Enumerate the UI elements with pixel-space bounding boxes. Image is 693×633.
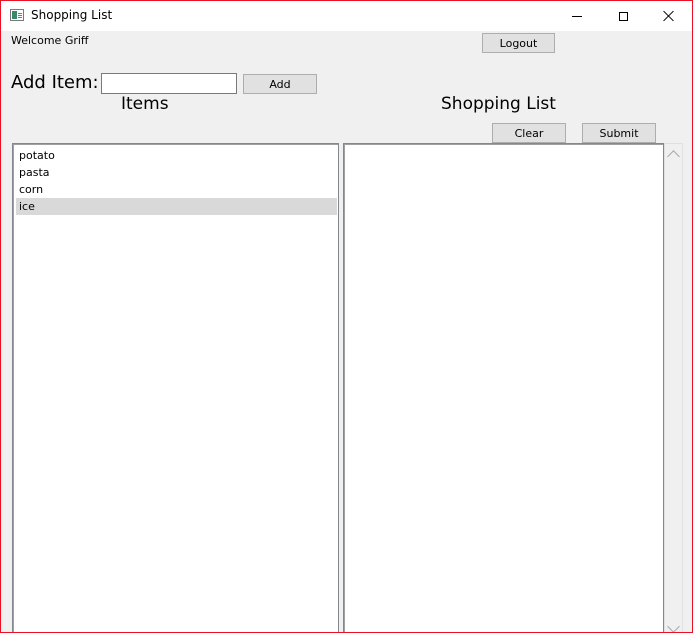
items-listbox[interactable]: potato pasta corn ice [12, 143, 339, 632]
close-icon [663, 10, 675, 22]
minimize-button[interactable] [554, 1, 600, 31]
scroll-up-icon[interactable] [667, 150, 680, 163]
window-app-icon [10, 9, 24, 21]
window-title: Shopping List [31, 8, 113, 22]
logout-button[interactable]: Logout [482, 33, 555, 53]
minimize-icon [572, 15, 582, 17]
close-button[interactable] [646, 1, 692, 31]
shopping-listbox[interactable] [343, 143, 664, 632]
add-item-input[interactable] [101, 73, 237, 94]
maximize-button[interactable] [600, 1, 646, 31]
items-heading: Items [121, 94, 169, 114]
list-item-corn[interactable]: corn [16, 181, 337, 198]
maximize-icon [618, 11, 628, 21]
clear-button[interactable]: Clear [492, 123, 566, 143]
welcome-label: Welcome Griff [11, 34, 89, 47]
submit-button[interactable]: Submit [582, 123, 656, 143]
app-window: Shopping List Welcome Griff Logout Add I… [0, 0, 693, 633]
add-button[interactable]: Add [243, 74, 317, 94]
title-bar[interactable]: Shopping List [1, 1, 692, 31]
list-item-potato[interactable]: potato [16, 147, 337, 164]
list-item-pasta[interactable]: pasta [16, 164, 337, 181]
add-item-label: Add Item: [11, 72, 99, 93]
shopping-list-heading: Shopping List [441, 94, 556, 114]
list-item-ice[interactable]: ice [16, 198, 337, 215]
shopping-list-scrollbar[interactable] [664, 143, 683, 632]
scroll-down-icon[interactable] [667, 620, 680, 632]
